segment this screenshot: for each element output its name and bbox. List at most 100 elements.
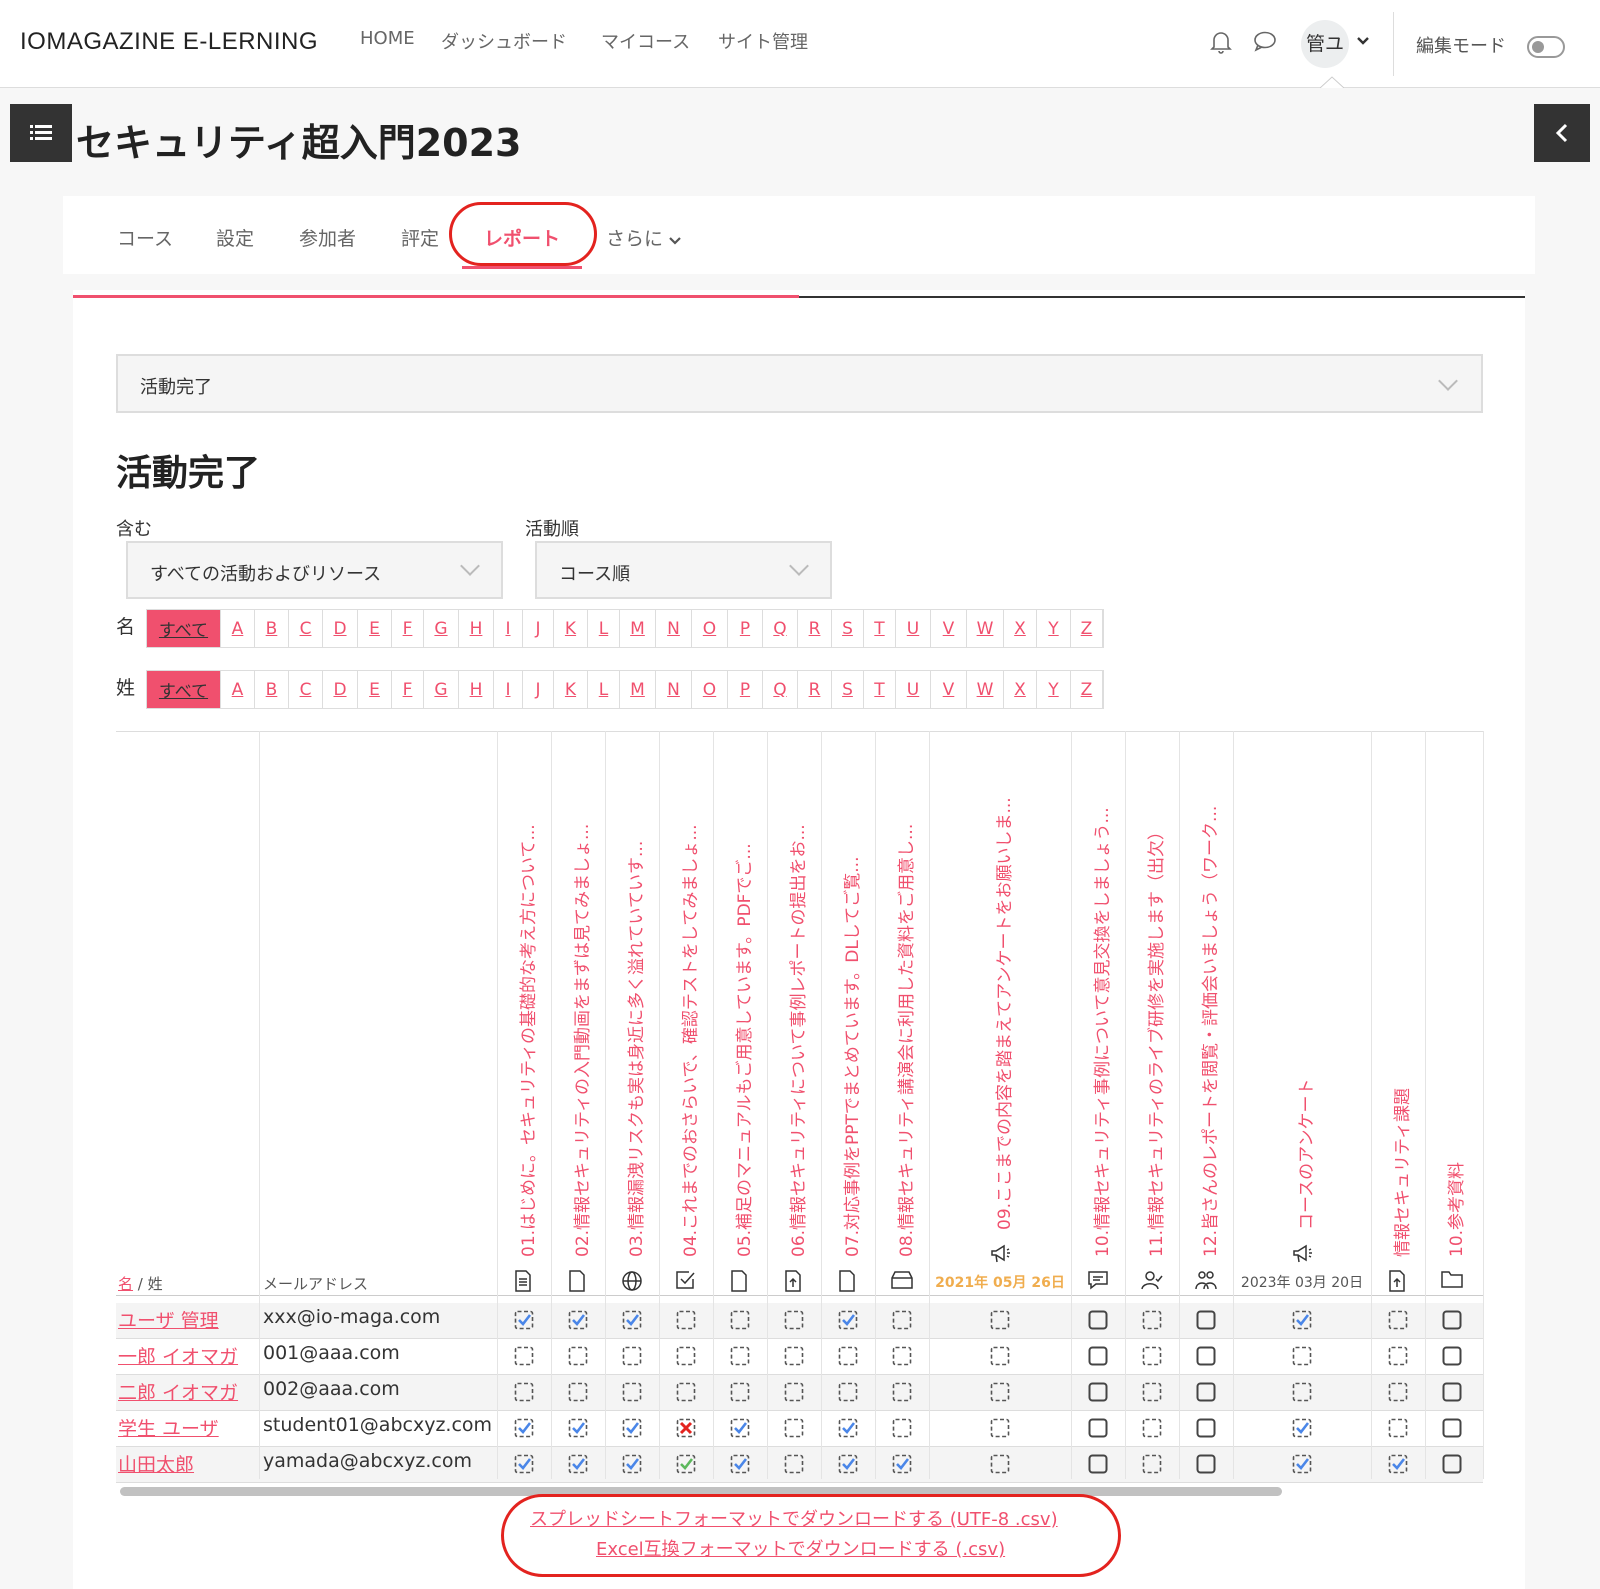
activity-link[interactable]: 12.皆さんのレポートを閲覧・評価会いましょう（ワーク... [1196, 806, 1221, 1257]
last-initial-letter-w[interactable]: W [967, 671, 1004, 708]
download-excel-link[interactable]: Excel互換フォーマットでダウンロードする (.csv) [596, 1535, 1005, 1561]
last-initial-letter-y[interactable]: Y [1037, 671, 1071, 708]
manual-completion-checkbox[interactable] [1442, 1346, 1462, 1366]
last-initial-letter-p[interactable]: P [728, 671, 763, 708]
first-initial-letter-s[interactable]: S [832, 610, 864, 647]
user-name-link[interactable]: 一郎 イオマガ [118, 1342, 238, 1369]
last-initial-letter-h[interactable]: H [459, 671, 494, 708]
activity-link[interactable]: 11.情報セキュリティのライブ研修を実施します（出欠） [1142, 823, 1167, 1257]
last-initial-letter-z[interactable]: Z [1071, 671, 1103, 708]
user-name-link[interactable]: ユーザ 管理 [118, 1306, 219, 1333]
first-initial-letter-e[interactable]: E [358, 610, 392, 647]
last-initial-letter-c[interactable]: C [289, 671, 323, 708]
sort-by-first-name[interactable]: 名 [118, 1275, 133, 1293]
first-initial-letter-w[interactable]: W [967, 610, 1004, 647]
last-initial-letter-d[interactable]: D [323, 671, 358, 708]
last-initial-letter-m[interactable]: M [620, 671, 656, 708]
first-initial-letter-o[interactable]: O [692, 610, 728, 647]
user-name-link[interactable]: 学生 ユーザ [118, 1414, 219, 1441]
tab-participants[interactable]: 参加者 [299, 224, 356, 251]
first-initial-letter-p[interactable]: P [728, 610, 763, 647]
bell-icon[interactable] [1210, 30, 1232, 58]
last-initial-letter-x[interactable]: X [1004, 671, 1037, 708]
first-initial-letter-q[interactable]: Q [763, 610, 798, 647]
activity-link[interactable]: コースのアンケート [1292, 1079, 1317, 1230]
user-name-link[interactable]: 二郎 イオマガ [118, 1378, 238, 1405]
first-initial-letter-f[interactable]: F [392, 610, 424, 647]
order-select[interactable]: コース順 [535, 541, 832, 599]
nav-my-courses[interactable]: マイコース [601, 28, 690, 54]
manual-completion-checkbox[interactable] [1088, 1310, 1108, 1330]
tab-settings[interactable]: 設定 [216, 224, 254, 251]
column-header[interactable]: 07.対応事例をPPTでまとめています。DLしてご覧... [821, 735, 875, 1258]
download-utf8-link[interactable]: スプレッドシートフォーマットでダウンロードする (UTF-8 .csv) [530, 1505, 1058, 1531]
user-name-link[interactable]: 山田太郎 [118, 1450, 194, 1477]
column-header[interactable]: 04.これまでのおさらいで、確認テストをしてみましょ... [659, 735, 713, 1257]
last-initial-letter-u[interactable]: U [896, 671, 931, 708]
column-header[interactable]: 10.参考資料 [1425, 735, 1479, 1257]
manual-completion-checkbox[interactable] [1442, 1382, 1462, 1402]
last-initial-letter-v[interactable]: V [931, 671, 967, 708]
column-header[interactable]: 09.ここまでの内容を踏まえてアンケートをお願いしま... [929, 735, 1071, 1230]
sort-by-last-name[interactable]: / 姓 [133, 1275, 163, 1293]
activity-link[interactable]: 02.情報セキュリティの入門動画をまずは見てみましょ... [568, 824, 593, 1257]
manual-completion-checkbox[interactable] [1196, 1310, 1216, 1330]
column-header[interactable]: 10.情報セキュリティ事例について意見交換をしましょう... [1071, 735, 1125, 1257]
activity-link[interactable]: 05.補足のマニュアルもご用意しています。PDFでご... [730, 843, 755, 1257]
first-initial-letter-n[interactable]: N [656, 610, 692, 647]
first-initial-letter-b[interactable]: B [255, 610, 289, 647]
site-brand[interactable]: IOMAGAZINE E-LERNING [20, 28, 318, 56]
activity-link[interactable]: 07.対応事例をPPTでまとめています。DLしてご覧... [838, 857, 863, 1258]
column-header[interactable]: 05.補足のマニュアルもご用意しています。PDFでご... [713, 735, 767, 1257]
first-initial-letter-d[interactable]: D [323, 610, 358, 647]
first-initial-letter-z[interactable]: Z [1071, 610, 1103, 647]
activity-link[interactable]: 04.これまでのおさらいで、確認テストをしてみましょ... [676, 824, 701, 1257]
include-select[interactable]: すべての活動およびリソース [126, 541, 503, 599]
last-initial-letter-k[interactable]: K [554, 671, 588, 708]
first-initial-letter-k[interactable]: K [554, 610, 588, 647]
manual-completion-checkbox[interactable] [1088, 1418, 1108, 1438]
edit-mode-toggle[interactable] [1527, 36, 1565, 58]
last-initial-letter-l[interactable]: L [588, 671, 620, 708]
block-drawer-toggle[interactable] [1534, 104, 1590, 162]
first-initial-letter-l[interactable]: L [588, 610, 620, 647]
first-initial-letter-r[interactable]: R [798, 610, 832, 647]
activity-link[interactable]: 08.情報セキュリティ講演会に利用した資料をご用意し... [892, 824, 917, 1257]
manual-completion-checkbox[interactable] [1088, 1454, 1108, 1474]
last-initial-letter-o[interactable]: O [692, 671, 728, 708]
manual-completion-checkbox[interactable] [1088, 1382, 1108, 1402]
activity-link[interactable]: 10.参考資料 [1442, 1162, 1467, 1257]
tab-course[interactable]: コース [117, 224, 173, 251]
first-initial-letter-y[interactable]: Y [1037, 610, 1071, 647]
column-header[interactable]: 02.情報セキュリティの入門動画をまずは見てみましょ... [551, 735, 605, 1257]
tab-more[interactable]: さらに [606, 224, 681, 251]
last-initial-letter-t[interactable]: T [864, 671, 896, 708]
first-initial-letter-j[interactable]: J [523, 610, 554, 647]
first-initial-letter-g[interactable]: G [424, 610, 459, 647]
tab-grades[interactable]: 評定 [401, 224, 439, 251]
last-initial-letter-s[interactable]: S [832, 671, 864, 708]
first-initial-letter-t[interactable]: T [864, 610, 896, 647]
activity-link[interactable]: 10.情報セキュリティ事例について意見交換をしましょう... [1088, 807, 1113, 1257]
column-header[interactable]: コースのアンケート [1233, 735, 1371, 1230]
first-initial-letter-v[interactable]: V [931, 610, 967, 647]
last-initial-letter-f[interactable]: F [392, 671, 424, 708]
last-initial-letter-r[interactable]: R [798, 671, 832, 708]
manual-completion-checkbox[interactable] [1196, 1382, 1216, 1402]
first-initial-letter-h[interactable]: H [459, 610, 494, 647]
last-initial-letter-g[interactable]: G [424, 671, 459, 708]
column-header[interactable]: 03.情報漏洩リスクも実は身近に多く溢れていていす... [605, 735, 659, 1257]
course-index-toggle[interactable] [10, 104, 72, 162]
manual-completion-checkbox[interactable] [1088, 1346, 1108, 1366]
activity-link[interactable]: 情報セキュリティ課題 [1388, 1088, 1413, 1257]
manual-completion-checkbox[interactable] [1442, 1310, 1462, 1330]
activity-link[interactable]: 03.情報漏洩リスクも実は身近に多く溢れていていす... [622, 841, 647, 1257]
first-initial-letter-m[interactable]: M [620, 610, 656, 647]
manual-completion-checkbox[interactable] [1196, 1346, 1216, 1366]
first-initial-letter-i[interactable]: I [494, 610, 523, 647]
last-initial-letter-e[interactable]: E [358, 671, 392, 708]
column-header[interactable]: 06.情報セキュリティについて事例レポートの提出をお... [767, 735, 821, 1257]
activity-link[interactable]: 06.情報セキュリティについて事例レポートの提出をお... [784, 824, 809, 1257]
manual-completion-checkbox[interactable] [1442, 1454, 1462, 1474]
last-initial-letter-n[interactable]: N [656, 671, 692, 708]
